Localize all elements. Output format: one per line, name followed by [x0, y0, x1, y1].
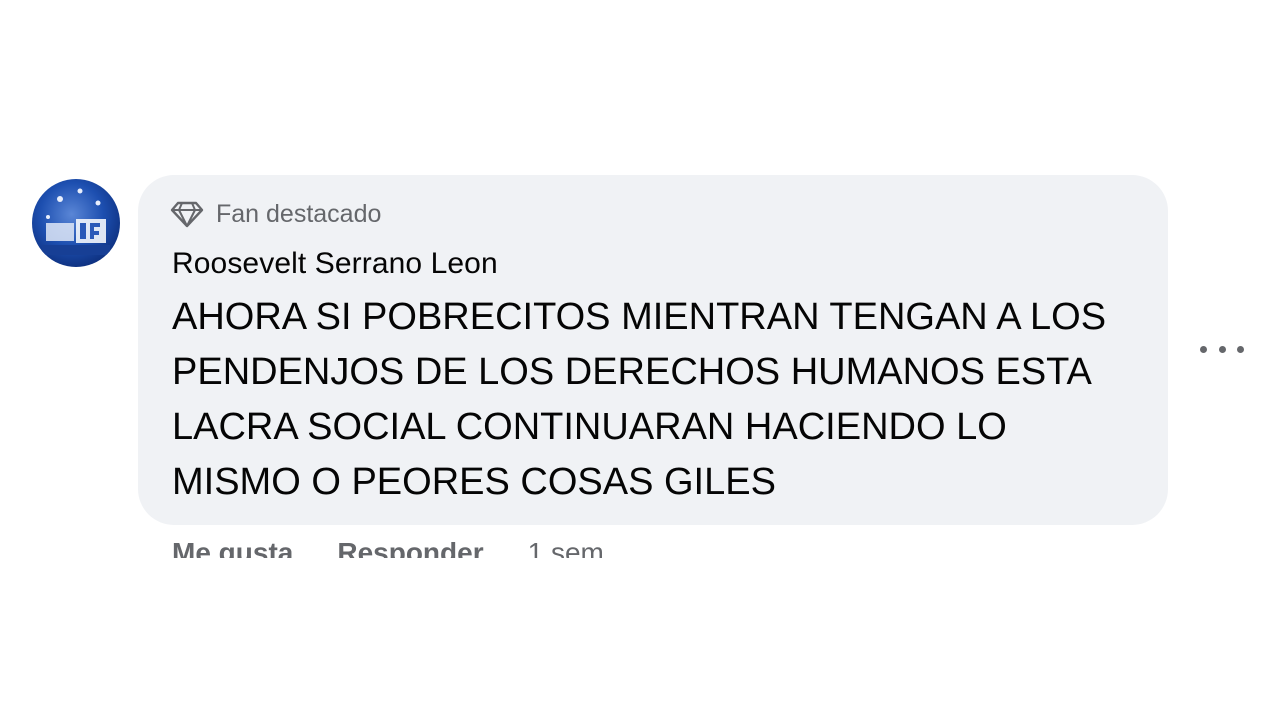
comment-text: AHORA SI POBRECITOS MIENTRAN TENGAN A LO…: [172, 290, 1147, 510]
comment-line: AHORA SI POBRECITOS MIENTRAN TENGAN A LO…: [172, 296, 1107, 338]
comment-line: MISMO O PEORES COSAS GILES: [172, 461, 776, 503]
comment-author[interactable]: Roosevelt Serrano Leon: [172, 247, 498, 281]
badge-label: Fan destacado: [216, 199, 382, 228]
like-button[interactable]: Me gusta: [172, 536, 293, 558]
comment-thread: Fan destacado Roosevelt Serrano Leon AHO…: [0, 0, 1280, 720]
comment-timestamp[interactable]: 1 sem: [528, 536, 604, 558]
top-fan-badge: Fan destacado: [170, 199, 381, 229]
comment-actions: Me gusta Responder 1 sem: [172, 536, 604, 558]
reply-button[interactable]: Responder: [337, 536, 483, 558]
comment-line: PENDENJOS DE LOS DERECHOS HUMANOS ESTA: [172, 351, 1092, 393]
avatar[interactable]: [32, 179, 120, 267]
more-options-icon[interactable]: [1200, 335, 1244, 363]
diamond-icon: [170, 200, 204, 228]
avatar-image: [32, 179, 120, 267]
comment-line: LACRA SOCIAL CONTINUARAN HACIENDO LO: [172, 406, 1007, 448]
